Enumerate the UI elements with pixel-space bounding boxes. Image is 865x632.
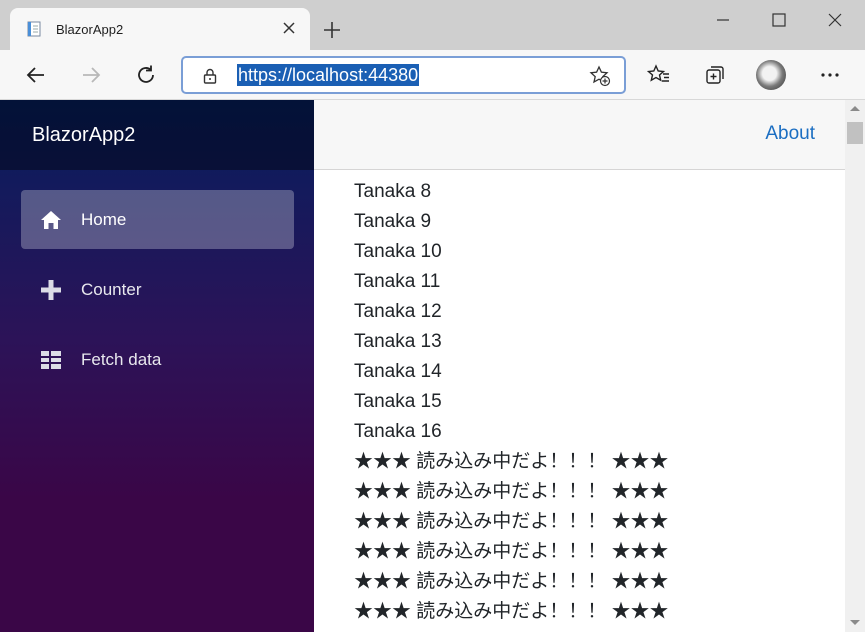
list-item: Tanaka 8 (354, 181, 432, 202)
favorites-icon[interactable] (647, 63, 671, 87)
list-item: Tanaka 14 (354, 361, 442, 382)
sidebar-item-label: Fetch data (81, 350, 162, 369)
list-item: ★★★ 読み込み中だよ！！！ ★★★ (354, 451, 669, 472)
collections-icon[interactable] (703, 63, 727, 87)
sidebar-item-label: Home (81, 210, 127, 229)
scroll-up-arrow-icon[interactable] (850, 106, 860, 111)
list-item: ★★★ 読み込み中だよ！！！ ★★★ (354, 541, 669, 562)
list-item: ★★★ 読み込み中だよ！！！ ★★★ (354, 511, 669, 532)
app-brand[interactable]: BlazorApp2 (32, 124, 135, 147)
plus-icon (41, 280, 61, 300)
close-icon[interactable] (280, 19, 298, 37)
home-icon (41, 211, 61, 229)
sidebar-item-label: Counter (81, 280, 142, 299)
content-list: Tanaka 8 Tanaka 9 Tanaka 10 Tanaka 11 Ta… (354, 177, 669, 627)
browser-tab[interactable]: BlazorApp2 (10, 8, 310, 50)
back-arrow-icon[interactable] (24, 63, 48, 87)
list-item: ★★★ 読み込み中だよ！！！ ★★★ (354, 481, 669, 502)
brand-bar: BlazorApp2 (0, 100, 314, 170)
scroll-down-arrow-icon[interactable] (850, 620, 860, 625)
about-link[interactable]: About (765, 123, 815, 145)
tab-strip: BlazorApp2 (0, 0, 865, 50)
top-row: About (314, 100, 845, 170)
list-item: Tanaka 15 (354, 391, 442, 412)
address-bar[interactable]: https://localhost:44380 (181, 56, 626, 94)
page-favicon (27, 21, 41, 37)
sidebar: BlazorApp2 Home Counter Fetch data (0, 100, 314, 632)
browser-toolbar: https://localhost:44380 (0, 50, 865, 100)
blazor-app: BlazorApp2 Home Counter Fetch data About… (0, 100, 865, 632)
maximize-icon[interactable] (769, 10, 789, 30)
list-item: Tanaka 10 (354, 241, 442, 262)
list-item: Tanaka 12 (354, 301, 442, 322)
list-item: ★★★ 読み込み中だよ！！！ ★★★ (354, 601, 669, 622)
sidebar-item-home[interactable]: Home (21, 190, 294, 249)
profile-avatar[interactable] (756, 60, 786, 90)
list-item: Tanaka 13 (354, 331, 442, 352)
add-favorite-icon[interactable] (589, 65, 611, 87)
lock-icon[interactable] (201, 67, 219, 85)
sidebar-item-counter[interactable]: Counter (21, 260, 294, 319)
tab-title: BlazorApp2 (56, 22, 124, 37)
plus-icon[interactable] (322, 20, 342, 40)
main-content: About Tanaka 8 Tanaka 9 Tanaka 10 Tanaka… (314, 100, 845, 632)
list-item: Tanaka 9 (354, 211, 432, 232)
refresh-icon[interactable] (134, 63, 158, 87)
scrollbar-thumb[interactable] (847, 122, 863, 144)
vertical-scrollbar[interactable] (845, 100, 865, 632)
list-item: Tanaka 16 (354, 421, 442, 442)
close-window-icon[interactable] (825, 10, 845, 30)
list-item: ★★★ 読み込み中だよ！！！ ★★★ (354, 571, 669, 592)
sidebar-item-fetch-data[interactable]: Fetch data (21, 330, 294, 389)
url-text[interactable]: https://localhost:44380 (237, 64, 420, 86)
list-item: Tanaka 11 (354, 271, 441, 292)
forward-arrow-icon[interactable] (79, 63, 103, 87)
minimize-icon[interactable] (713, 10, 733, 30)
list-icon (41, 351, 61, 369)
more-icon[interactable] (818, 63, 842, 87)
